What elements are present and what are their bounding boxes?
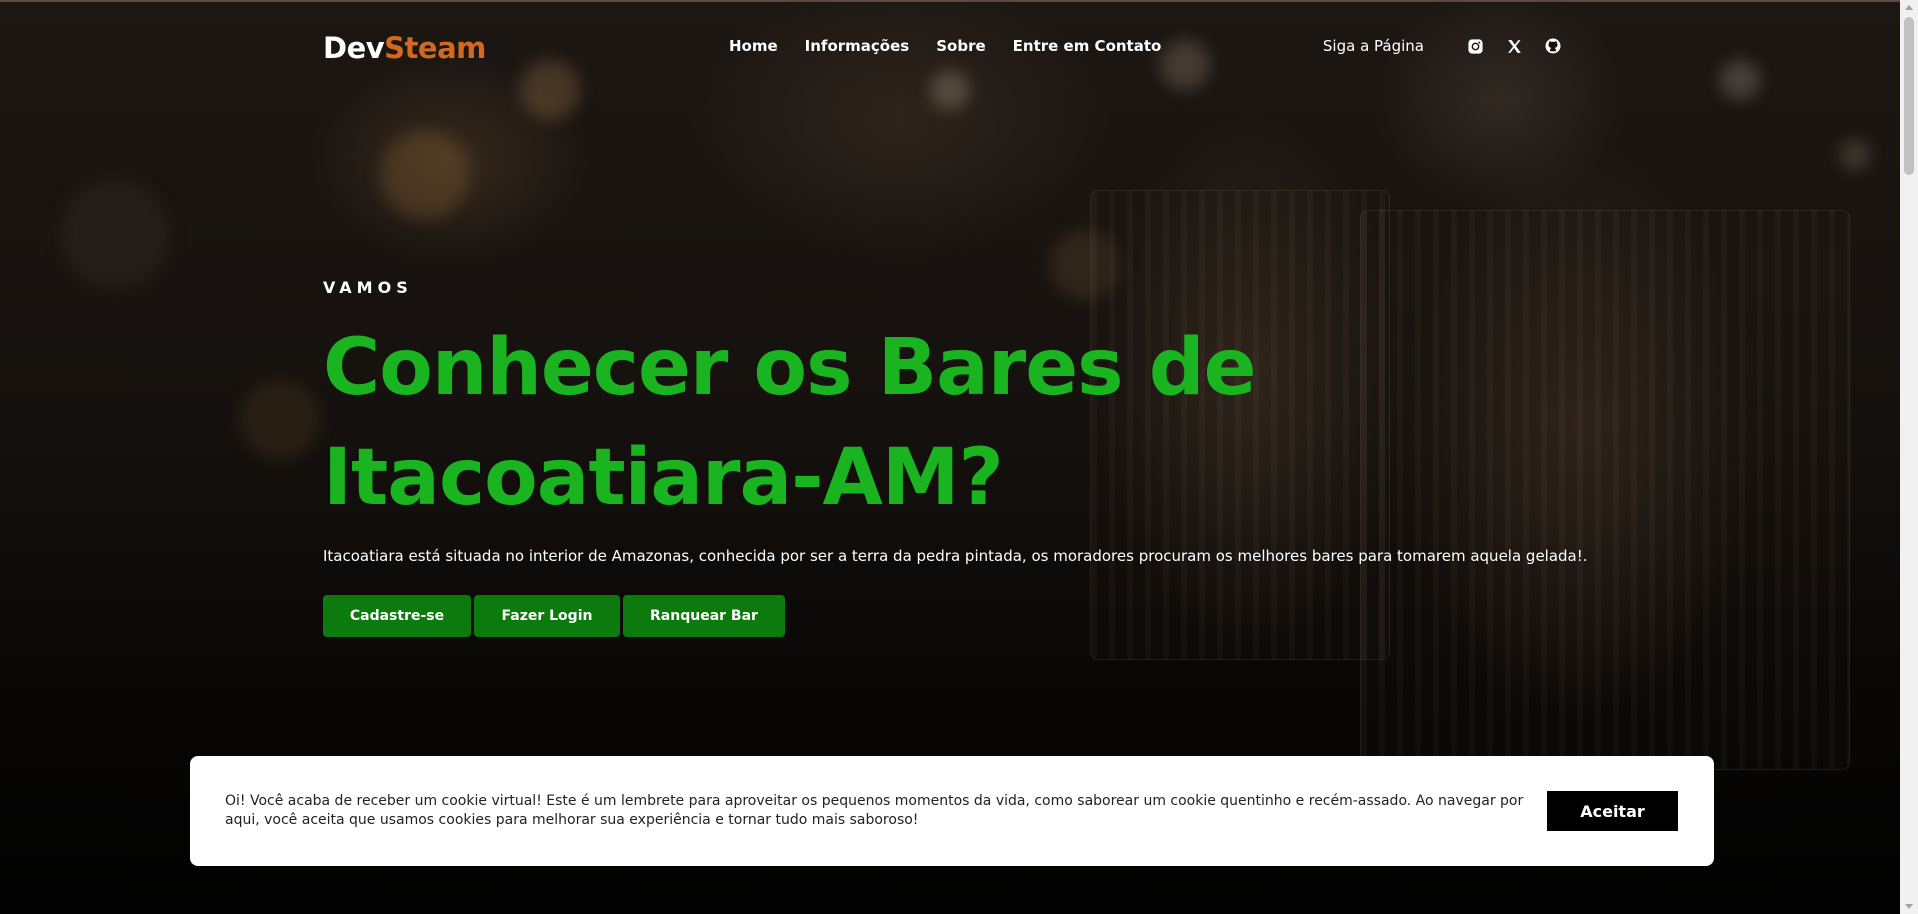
bokeh-light — [1840, 140, 1870, 170]
x-icon[interactable] — [1504, 36, 1524, 56]
logo[interactable]: DevSteam — [323, 28, 486, 68]
nav-link-informacoes[interactable]: Informações — [805, 28, 910, 64]
hero-description: Itacoatiara está situada no interior de … — [323, 547, 1588, 565]
nav-link-sobre[interactable]: Sobre — [936, 28, 985, 64]
hero-content: VAMOS Conhecer os Bares de Itacoatiara-A… — [323, 278, 1623, 637]
logo-part-dev: Dev — [323, 31, 385, 65]
accept-cookies-button[interactable]: Aceitar — [1547, 791, 1678, 831]
bokeh-light — [1720, 60, 1760, 100]
bokeh-light — [240, 380, 320, 460]
bokeh-light — [930, 70, 970, 110]
hero-headline: Conhecer os Bares de Itacoatiara-AM? — [323, 323, 1257, 523]
bokeh-light — [520, 60, 580, 120]
rank-bar-button[interactable]: Ranquear Bar — [623, 595, 785, 637]
follow-label: Siga a Página — [1322, 37, 1424, 55]
instagram-icon[interactable] — [1465, 36, 1485, 56]
bokeh-light — [380, 130, 470, 220]
social-links: Siga a Página — [1323, 28, 1563, 64]
scroll-up-icon[interactable] — [1905, 5, 1913, 10]
top-border — [0, 0, 1900, 2]
scrollbar[interactable] — [1900, 0, 1918, 914]
nav-link-home[interactable]: Home — [729, 28, 778, 64]
github-icon[interactable] — [1543, 36, 1563, 56]
logo-part-steam: Steam — [384, 31, 486, 65]
nav-link-contato[interactable]: Entre em Contato — [1013, 28, 1162, 64]
scroll-thumb[interactable] — [1904, 17, 1914, 175]
bokeh-light — [60, 180, 170, 290]
hero-eyebrow: VAMOS — [323, 278, 413, 297]
cookie-message: Oi! Você acaba de receber um cookie virt… — [225, 793, 1524, 828]
signup-button[interactable]: Cadastre-se — [323, 595, 471, 637]
hero-buttons: Cadastre-se Fazer Login Ranquear Bar — [323, 595, 1623, 637]
cookie-banner: Oi! Você acaba de receber um cookie virt… — [190, 756, 1714, 866]
scroll-down-icon[interactable] — [1905, 904, 1913, 909]
nav-menu: Home Informações Sobre Entre em Contato — [729, 28, 1161, 64]
navbar: DevSteam Home Informações Sobre Entre em… — [323, 28, 1563, 68]
login-button[interactable]: Fazer Login — [474, 595, 620, 637]
